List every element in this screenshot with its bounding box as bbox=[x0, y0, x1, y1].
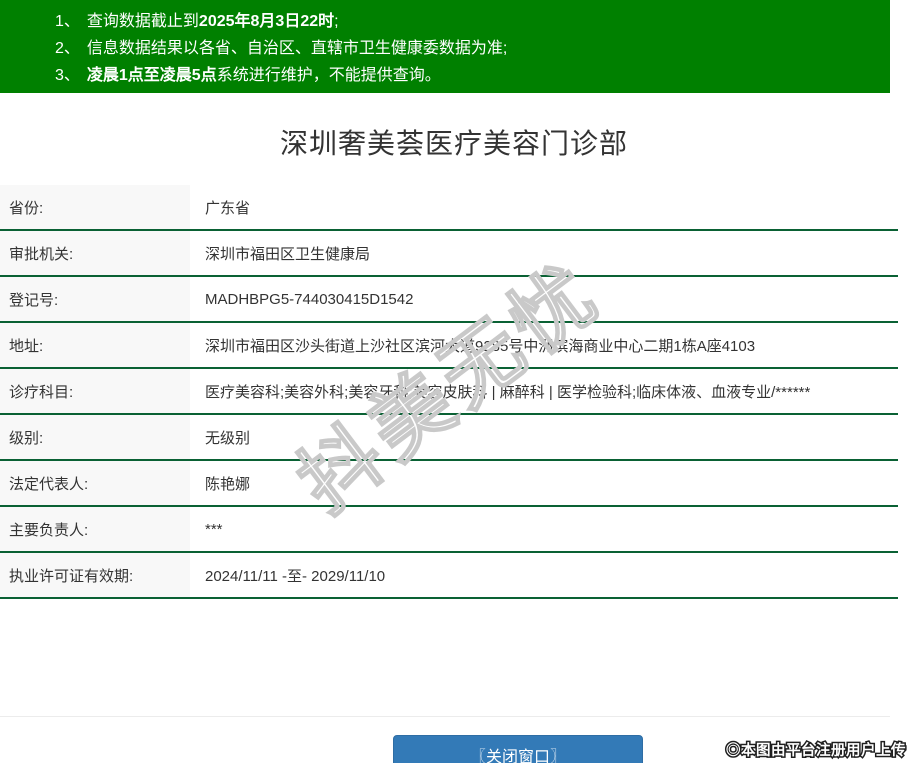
institution-info-table: 省份: 广东省 审批机关: 深圳市福田区卫生健康局 登记号: MADHBPG5-… bbox=[0, 185, 898, 599]
table-row-level: 级别: 无级别 bbox=[0, 415, 898, 461]
table-row-legal-representative: 法定代表人: 陈艳娜 bbox=[0, 461, 898, 507]
notice-text: 凌晨1点至凌晨5点系统进行维护，不能提供查询。 bbox=[86, 67, 441, 84]
notice-line-2: 2、 信息数据结果以各省、自治区、直辖市卫生健康委数据为准; bbox=[55, 35, 890, 62]
notice-number: 1、 bbox=[55, 13, 80, 30]
notice-number: 2、 bbox=[55, 40, 80, 57]
page-title: 深圳奢美荟医疗美容门诊部 bbox=[279, 128, 628, 159]
notice-number: 3、 bbox=[55, 67, 80, 84]
row-value: *** bbox=[205, 520, 223, 538]
row-label: 执业许可证有效期: bbox=[0, 553, 190, 597]
row-value: MADHBPG5-744030415D1542 bbox=[205, 290, 414, 308]
row-label: 省份: bbox=[0, 185, 190, 229]
row-label: 审批机关: bbox=[0, 231, 190, 275]
table-row-license-validity: 执业许可证有效期: 2024/11/11 -至- 2029/11/10 bbox=[0, 553, 898, 599]
row-value: 医疗美容科;美容外科;美容牙科;美容皮肤科 | 麻醉科 | 医学检验科;临床体液… bbox=[205, 383, 811, 401]
footer-divider bbox=[0, 716, 890, 717]
table-row-approval-authority: 审批机关: 深圳市福田区卫生健康局 bbox=[0, 231, 898, 277]
notice-line-1: 1、 查询数据截止到2025年8月3日22时; bbox=[55, 8, 890, 35]
row-value: 陈艳娜 bbox=[205, 475, 251, 493]
table-row-medical-subjects: 诊疗科目: 医疗美容科;美容外科;美容牙科;美容皮肤科 | 麻醉科 | 医学检验… bbox=[0, 369, 898, 415]
close-window-button[interactable]: 〖关闭窗口〗 bbox=[393, 735, 643, 763]
row-label: 法定代表人: bbox=[0, 461, 190, 505]
notice-banner: 1、 查询数据截止到2025年8月3日22时; 2、 信息数据结果以各省、自治区、直… bbox=[0, 0, 890, 93]
table-row-registration-number: 登记号: MADHBPG5-744030415D1542 bbox=[0, 277, 898, 323]
table-row-province: 省份: 广东省 bbox=[0, 185, 898, 231]
table-row-address: 地址: 深圳市福田区沙头街道上沙社区滨河大道9285号中洲滨海商业中心二期1栋A… bbox=[0, 323, 898, 369]
row-value: 2024/11/11 -至- 2029/11/10 bbox=[205, 567, 386, 585]
row-label: 主要负责人: bbox=[0, 507, 190, 551]
notice-line-3: 3、 凌晨1点至凌晨5点系统进行维护，不能提供查询。 bbox=[55, 62, 890, 89]
row-value: 无级别 bbox=[205, 429, 251, 447]
notice-text: 信息数据结果以各省、自治区、直辖市卫生健康委数据为准; bbox=[86, 40, 508, 57]
row-label: 登记号: bbox=[0, 277, 190, 321]
row-value: 深圳市福田区沙头街道上沙社区滨河大道9285号中洲滨海商业中心二期1栋A座410… bbox=[205, 337, 756, 355]
notice-text: 查询数据截止到2025年8月3日22时; bbox=[86, 13, 339, 30]
row-value: 深圳市福田区卫生健康局 bbox=[205, 245, 371, 263]
uploader-note: ◎本图由平台注册用户上传 bbox=[725, 742, 908, 761]
table-row-principal: 主要负责人: *** bbox=[0, 507, 898, 553]
license-query-page: { "banner": { "bg_color": "#008000", "no… bbox=[0, 0, 908, 763]
row-value: 广东省 bbox=[205, 199, 251, 217]
row-label: 级别: bbox=[0, 415, 190, 459]
row-label: 地址: bbox=[0, 323, 190, 367]
row-label: 诊疗科目: bbox=[0, 369, 190, 413]
